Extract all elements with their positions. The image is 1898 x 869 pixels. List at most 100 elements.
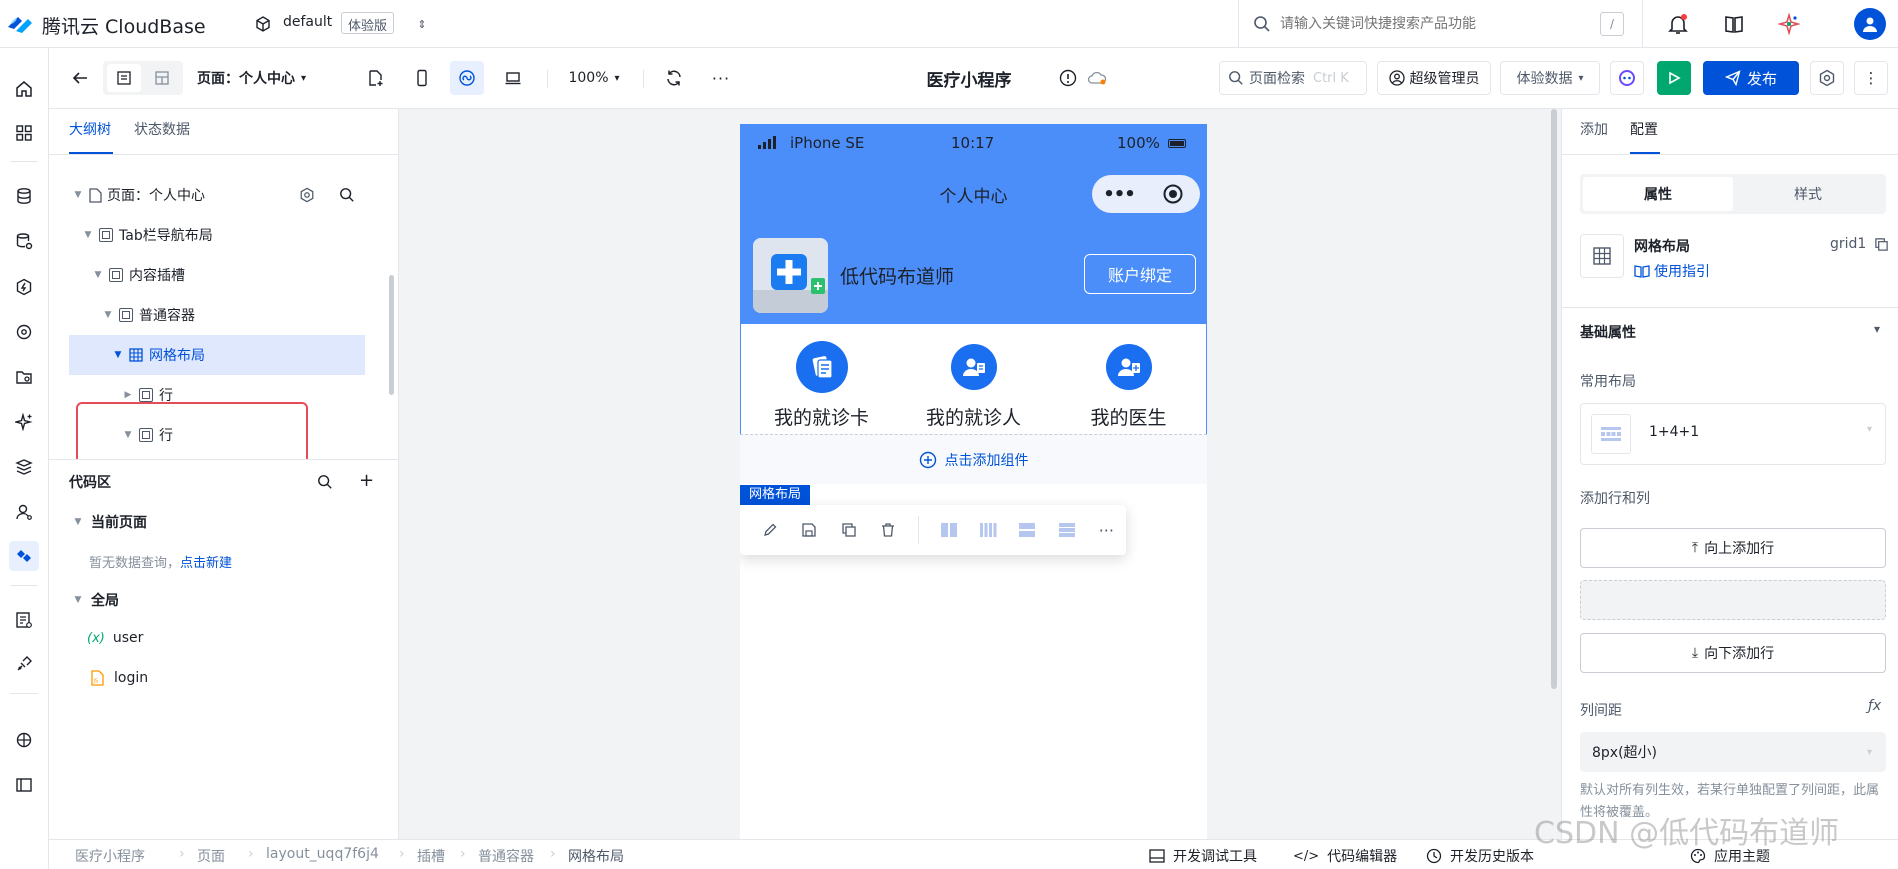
add-row-down-button[interactable]: ⤓ 向下添加行 [1580, 633, 1886, 673]
page-search-button[interactable]: 页面检索 Ctrl K [1219, 61, 1367, 95]
settings-hub-icon[interactable] [9, 725, 39, 755]
breadcrumb-item[interactable]: 普通容器 [478, 846, 534, 866]
tree-node-content-slot[interactable]: ▼ 内容插槽 [49, 255, 369, 295]
selected-component-tag[interactable]: 网格布局 [740, 485, 811, 505]
caret-down-icon[interactable]: ▼ [73, 190, 83, 200]
add-component-slot[interactable]: 点击添加组件 [740, 434, 1207, 484]
usage-guide-link[interactable]: 使用指引 [1634, 261, 1710, 281]
formula-fx-icon[interactable]: ƒx [1868, 698, 1881, 714]
canvas-scrollbar[interactable] [1551, 109, 1557, 689]
current-page-group[interactable]: ▼ 当前页面 [73, 512, 147, 532]
seg-style[interactable]: 样式 [1733, 177, 1883, 211]
caret-down-icon[interactable]: ▼ [103, 310, 113, 320]
add-row-up-button[interactable]: ⤒ 向上添加行 [1580, 528, 1886, 568]
phone-preview[interactable]: iPhone SE 10:17 100% 个人中心 ••• 低代码布道师 账户绑… [740, 124, 1207, 839]
tree-scrollbar[interactable] [389, 275, 394, 395]
collapse-sidebar-icon[interactable] [9, 770, 39, 800]
save-icon[interactable] [789, 510, 828, 550]
code-item-user[interactable]: (x) user [87, 630, 143, 646]
book-icon[interactable] [1722, 12, 1746, 36]
tab-add[interactable]: 添加 [1580, 119, 1608, 139]
tree-node-page[interactable]: ▼ 页面：个人中心 [49, 175, 369, 215]
data-mode-select[interactable]: 体验数据 ▾ [1500, 61, 1600, 95]
add-code-icon[interactable]: + [359, 470, 374, 491]
apps-grid-icon[interactable] [9, 118, 39, 148]
add-page-icon[interactable] [359, 61, 393, 95]
column-gap-select[interactable]: 8px(超小) ▾ [1580, 732, 1886, 772]
three-rows-icon[interactable] [1047, 510, 1086, 550]
function-icon[interactable] [9, 272, 39, 302]
breadcrumb-item-current[interactable]: 网格布局 [568, 846, 624, 866]
page-select[interactable]: 页面：个人中心 ▾ [197, 61, 307, 95]
layers-icon[interactable] [9, 452, 39, 482]
history-button[interactable]: 开发历史版本 [1426, 846, 1534, 866]
env-name[interactable]: default [283, 14, 332, 30]
breadcrumb-item[interactable]: 插槽 [417, 846, 445, 866]
capsule-more-icon[interactable]: ••• [1092, 184, 1146, 205]
breadcrumb-item[interactable]: 医疗小程序 [75, 846, 145, 866]
settings-gear-icon[interactable] [1810, 61, 1844, 95]
two-rows-icon[interactable] [1008, 510, 1047, 550]
four-columns-icon[interactable] [968, 510, 1007, 550]
home-icon[interactable] [9, 74, 39, 104]
cloudbase-logo-icon[interactable] [6, 12, 34, 36]
admin-role-button[interactable]: 超级管理员 [1377, 61, 1491, 95]
publish-button[interactable]: 发布 [1703, 61, 1799, 95]
layout-select[interactable]: 1+4+1 ▾ [1580, 403, 1886, 465]
code-item-login[interactable]: JS login [91, 670, 148, 686]
plugin-icon[interactable] [9, 649, 39, 679]
data-model-icon[interactable] [9, 226, 39, 256]
visual-dev-icon[interactable] [9, 541, 39, 571]
more-icon[interactable]: ··· [704, 61, 738, 95]
ai-sparkle-icon[interactable] [1777, 12, 1801, 36]
caret-down-icon[interactable]: ▼ [93, 270, 103, 280]
user-icon[interactable] [9, 497, 39, 527]
miniprogram-device-icon[interactable] [450, 61, 484, 95]
page-view-icon[interactable] [107, 64, 141, 92]
breadcrumb-item[interactable]: layout_uqq7f6j4 [266, 846, 379, 862]
tree-search-icon[interactable] [339, 187, 355, 203]
preview-play-button[interactable] [1657, 61, 1691, 95]
mobile-device-icon[interactable] [405, 61, 439, 95]
brand-name[interactable]: 腾讯云 CloudBase [42, 12, 206, 39]
refresh-icon[interactable] [657, 61, 691, 95]
more-menu-icon[interactable]: ⋮ [1854, 61, 1888, 95]
layout-view-icon[interactable] [145, 64, 179, 92]
avatar[interactable] [1854, 8, 1886, 40]
global-group[interactable]: ▼ 全局 [73, 590, 119, 610]
delete-trash-icon[interactable] [868, 510, 907, 550]
edit-pencil-icon[interactable] [750, 510, 789, 550]
chevron-down-icon[interactable]: ▾ [1874, 322, 1880, 336]
bell-icon[interactable] [1666, 12, 1690, 36]
page-settings-icon[interactable] [299, 187, 315, 203]
seg-props[interactable]: 属性 [1583, 177, 1733, 211]
back-arrow-icon[interactable] [63, 61, 97, 95]
tab-state-data[interactable]: 状态数据 [134, 119, 190, 139]
bind-account-button[interactable]: 账户绑定 [1084, 254, 1196, 294]
storage-folder-icon[interactable] [9, 362, 39, 392]
capsule-close-icon[interactable] [1146, 183, 1200, 205]
tree-node-grid-selected[interactable]: ▼ 网格布局 [69, 335, 365, 375]
toolbar-more-icon[interactable]: ··· [1087, 510, 1126, 550]
tree-node-container[interactable]: ▼ 普通容器 [49, 295, 369, 335]
env-switch-icon[interactable]: ⇕ [415, 14, 429, 34]
copilot-icon[interactable] [1610, 61, 1644, 95]
tab-outline[interactable]: 大纲树 [69, 119, 111, 139]
caret-right-icon[interactable]: ▶ [123, 390, 133, 400]
copy-id-icon[interactable] [1874, 237, 1889, 252]
log-icon[interactable] [9, 605, 39, 635]
zoom-select[interactable]: 100% ▾ [561, 61, 627, 95]
menu-item-patient[interactable]: 我的就诊人 [890, 341, 1057, 430]
database-icon[interactable] [9, 181, 39, 211]
menu-item-card[interactable]: 我的就诊卡 [740, 341, 903, 430]
desktop-device-icon[interactable] [496, 61, 530, 95]
code-search-icon[interactable] [317, 474, 333, 490]
dev-tools-button[interactable]: 开发调试工具 [1149, 846, 1257, 866]
copy-icon[interactable] [829, 510, 868, 550]
tab-config[interactable]: 配置 [1630, 119, 1658, 139]
code-editor-button[interactable]: </> 代码编辑器 [1293, 846, 1397, 866]
info-icon[interactable] [1056, 61, 1080, 95]
integration-icon[interactable] [9, 317, 39, 347]
caret-down-icon[interactable]: ▼ [83, 230, 93, 240]
ai-icon[interactable] [9, 407, 39, 437]
